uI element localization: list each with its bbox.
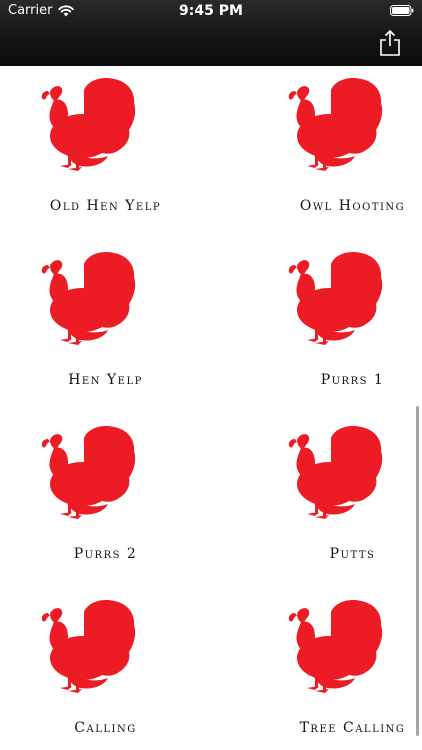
turkey-icon [288, 78, 383, 171]
sound-label: Purrs 2 [73, 546, 138, 562]
sound-tile-putts[interactable]: Putts [211, 414, 422, 588]
sound-label: Owl Hooting [299, 198, 406, 214]
turkey-icon [288, 426, 383, 519]
sound-label: Purrs 1 [320, 372, 385, 388]
sound-tile-hen-yelp[interactable]: Hen Yelp [0, 240, 211, 414]
sound-tile-old-hen-yelp[interactable]: Old Hen Yelp [0, 66, 211, 240]
share-button[interactable] [378, 29, 402, 57]
sound-label: Calling [74, 720, 137, 736]
sound-tile-tree-calling[interactable]: Tree Calling [211, 588, 422, 750]
sound-grid: Old Hen Yelp Owl Hooting Hen Yelp Purrs … [0, 66, 422, 750]
turkey-icon [288, 600, 383, 693]
sound-label: Old Hen Yelp [49, 198, 162, 214]
sound-label: Hen Yelp [68, 372, 143, 388]
sound-tile-calling[interactable]: Calling [0, 588, 211, 750]
sound-label: Tree Calling [299, 720, 406, 736]
turkey-icon [288, 252, 383, 345]
turkey-icon [41, 426, 136, 519]
turkey-icon [41, 252, 136, 345]
scroll-indicator[interactable] [416, 406, 419, 736]
sound-tile-purrs-2[interactable]: Purrs 2 [0, 414, 211, 588]
battery-icon [390, 5, 414, 16]
sound-tile-purrs-1[interactable]: Purrs 1 [211, 240, 422, 414]
navigation-bar: Carrier 9:45 PM [0, 0, 422, 66]
sound-label: Putts [329, 546, 376, 562]
turkey-icon [41, 600, 136, 693]
sound-tile-owl-hooting[interactable]: Owl Hooting [211, 66, 422, 240]
turkey-icon [41, 78, 136, 171]
status-time: 9:45 PM [179, 3, 243, 19]
